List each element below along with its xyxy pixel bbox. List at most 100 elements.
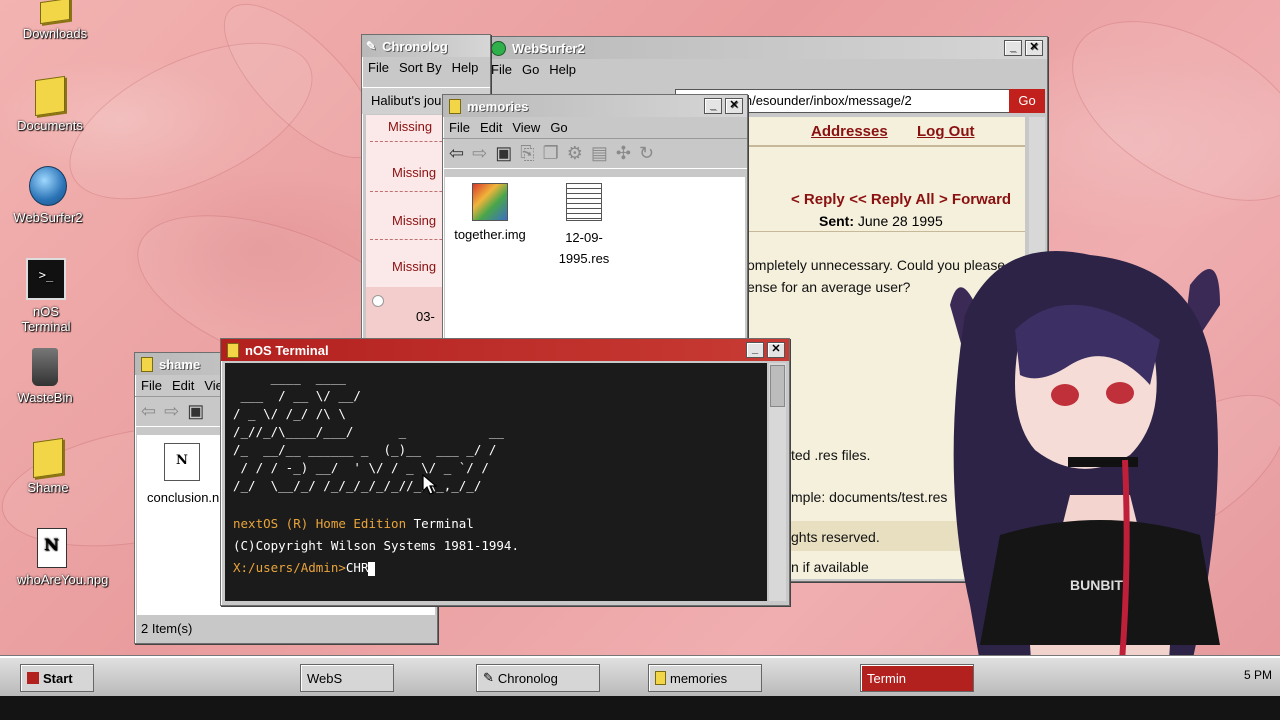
window-title: nOS Terminal: [245, 342, 329, 358]
menu-sort-by[interactable]: Sort By: [399, 60, 442, 75]
memories-titlebar[interactable]: memories _ ✕: [443, 95, 747, 117]
desktop-icon-shame[interactable]: Shame: [3, 437, 93, 495]
taskbar-item-websurfer[interactable]: WebS: [300, 664, 394, 692]
memories-menubar: File Edit View Go: [443, 117, 747, 138]
memories-window[interactable]: memories _ ✕ File Edit View Go ⇦ ⇨ ▣ ⎘ ❐…: [442, 94, 748, 356]
start-button[interactable]: Start: [20, 664, 94, 692]
folder-icon: [40, 0, 70, 25]
minimize-button[interactable]: _: [704, 98, 722, 114]
terminal-line: nextOS (R) Home Edition Terminal: [233, 515, 759, 533]
terminal-screen[interactable]: ____ ____ ___ / __ \/ __/ / _ \/ /_/ /\ …: [225, 363, 767, 601]
scroll-thumb[interactable]: [770, 365, 785, 407]
camera-icon[interactable]: ▤: [591, 143, 608, 164]
taskbar: Start WebS ✎ Chronolog memories Termin 5…: [0, 656, 1280, 698]
folder-icon: [227, 342, 239, 358]
message-actions: < Reply << Reply All > Forward: [791, 191, 1011, 209]
taskbar-item-terminal[interactable]: Termin: [860, 664, 974, 692]
journal-entry[interactable]: Missing: [392, 259, 436, 274]
copyright-line: (C)Copyright Wilson Systems 1981-1994.: [233, 538, 519, 553]
file-item[interactable]: together.img: [445, 183, 535, 242]
folder-icon: [35, 75, 65, 117]
date-label: 03-: [416, 309, 435, 324]
menu-file[interactable]: File: [368, 60, 389, 75]
menu-go[interactable]: Go: [550, 120, 567, 135]
close-button[interactable]: ✕: [767, 342, 785, 358]
terminal-titlebar[interactable]: nOS Terminal _ ✕: [221, 339, 789, 361]
journal-entry[interactable]: Missing: [392, 213, 436, 228]
menu-edit[interactable]: Edit: [172, 378, 194, 393]
menu-help[interactable]: Help: [549, 62, 576, 77]
terminal-text: Terminal: [406, 516, 474, 531]
radio-button[interactable]: [372, 295, 384, 307]
desktop-icon-label: nOS Terminal: [21, 304, 71, 334]
minimize-button[interactable]: _: [1004, 40, 1022, 56]
menu-file[interactable]: File: [141, 378, 162, 393]
globe-icon: [29, 166, 67, 206]
menu-view[interactable]: View: [512, 120, 540, 135]
taskbar-item-memories[interactable]: memories: [648, 664, 762, 692]
picture-icon[interactable]: ▣: [187, 401, 204, 422]
tools-icon[interactable]: ✣: [616, 143, 631, 164]
start-icon: [27, 672, 39, 684]
file-item[interactable]: 12-09-1995.res: [539, 183, 629, 269]
memories-toolbar: ⇦ ⇨ ▣ ⎘ ❐ ⚙ ▤ ✣ ↻: [443, 138, 747, 169]
sent-label: Sent:: [819, 213, 854, 229]
mouse-pointer-icon: [422, 474, 438, 495]
desktop-icon-websurfer2[interactable]: WebSurfer2: [3, 166, 93, 225]
go-button[interactable]: Go: [1009, 89, 1045, 113]
menu-edit[interactable]: Edit: [480, 120, 502, 135]
sent-date: June 28 1995: [857, 213, 943, 229]
chronolog-titlebar[interactable]: ✎ Chronolog: [362, 35, 490, 57]
journal-entry[interactable]: Missing: [388, 119, 432, 134]
menu-file[interactable]: File: [491, 62, 512, 77]
file-name: 12-09-1995.res: [558, 230, 610, 266]
command-input[interactable]: CHR: [346, 560, 369, 575]
minimize-button[interactable]: _: [746, 342, 764, 358]
close-button[interactable]: ✕: [1025, 40, 1043, 56]
websurfer-titlebar[interactable]: WebSurfer2 _ ✕: [485, 37, 1047, 59]
desktop-icon-nos-terminal[interactable]: >_ nOS Terminal: [1, 258, 91, 334]
copy-icon[interactable]: ❐: [543, 143, 559, 164]
cursor-caret: [368, 561, 376, 576]
reply-link[interactable]: < Reply: [791, 191, 845, 208]
terminal-window[interactable]: nOS Terminal _ ✕ ____ ____ ___ / __ \/ _…: [220, 338, 790, 606]
desktop-icon-label: WasteBin: [17, 390, 73, 405]
taskbar-label: Chronolog: [497, 670, 558, 686]
cut-icon[interactable]: ⎘: [520, 143, 534, 164]
desktop-icon-whoareyou[interactable]: whoAreYou.npg: [7, 528, 108, 587]
taskbar-label: Termin: [867, 670, 907, 686]
menu-go[interactable]: Go: [522, 62, 539, 77]
taskbar-clock: 5 PM: [1243, 668, 1272, 682]
brand-text: nextOS (R) Home Edition: [233, 516, 407, 531]
terminal-scrollbar[interactable]: [769, 363, 786, 601]
prompt-line: X:/users/Admin>CHR: [233, 559, 759, 577]
taskbar-label: WebS: [307, 670, 343, 686]
journal-entry[interactable]: Missing: [392, 165, 436, 180]
window-title: Chronolog: [382, 38, 448, 54]
addresses-link[interactable]: Addresses: [811, 123, 888, 140]
menu-help[interactable]: Help: [452, 60, 479, 75]
taskbar-item-chronolog[interactable]: ✎ Chronolog: [476, 664, 600, 692]
forward-link[interactable]: > Forward: [939, 191, 1011, 208]
feather-icon: ✎: [366, 39, 377, 53]
desktop-icon-documents[interactable]: Documents: [5, 75, 95, 133]
picture-icon[interactable]: ▣: [495, 143, 512, 164]
refresh-icon[interactable]: ↻: [639, 143, 654, 164]
settings-icon[interactable]: ⚙: [567, 143, 583, 164]
image-file-icon: [472, 183, 508, 221]
status-text: 2 Item(s): [141, 621, 193, 636]
menu-file[interactable]: File: [449, 120, 470, 135]
desktop-icon-wastebin[interactable]: WasteBin: [0, 348, 90, 405]
forward-arrow-icon[interactable]: ⇨: [164, 401, 179, 422]
back-arrow-icon[interactable]: ⇦: [449, 143, 464, 164]
sent-line: Sent: June 28 1995: [819, 213, 943, 229]
desktop-icon-downloads[interactable]: Downloads: [10, 0, 100, 41]
file-item[interactable]: N conclusion.npg: [137, 443, 234, 508]
reply-all-link[interactable]: << Reply All: [849, 191, 934, 208]
close-button[interactable]: ✕: [725, 98, 743, 114]
back-arrow-icon[interactable]: ⇦: [141, 401, 156, 422]
folder-icon: [655, 671, 666, 685]
forward-arrow-icon[interactable]: ⇨: [472, 143, 487, 164]
divider: [747, 145, 1025, 147]
logout-link[interactable]: Log Out: [917, 123, 974, 140]
